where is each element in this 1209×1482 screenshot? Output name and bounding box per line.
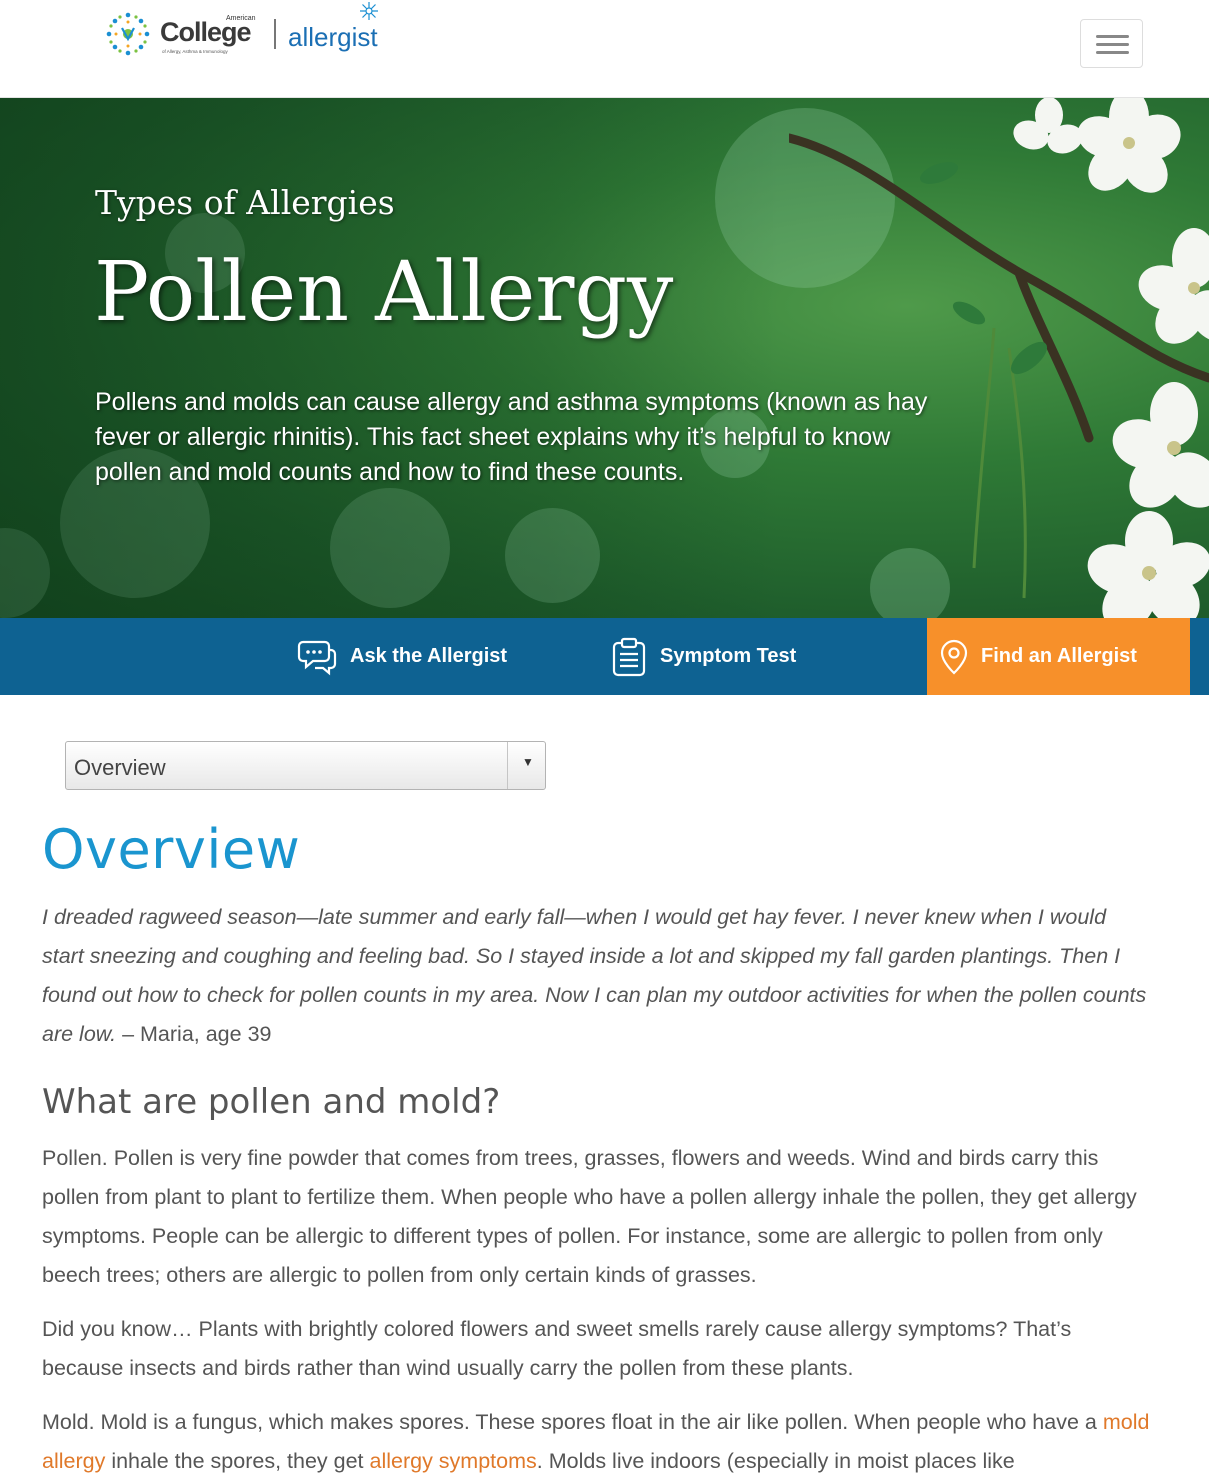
pollen-paragraph: Pollen. Pollen is very fine powder that …	[42, 1146, 1137, 1287]
logo-college-subtitle: of Allergy, Asthma & Immunology	[162, 49, 228, 54]
section-select-dropdown[interactable]: Overview ▼	[65, 741, 546, 790]
allergy-symptoms-link[interactable]: allergy symptoms	[370, 1449, 537, 1473]
caret-down-icon: ▼	[522, 755, 534, 769]
mold-paragraph: Mold. Mold is a fungus, which makes spor…	[42, 1403, 1152, 1481]
logo-college-text: College	[160, 17, 252, 47]
symptom-test-link[interactable]: Symptom Test	[611, 618, 796, 695]
allergist-wordmark: allergist	[288, 1, 378, 53]
overview-heading: Overview	[42, 818, 301, 881]
site-header: American College of Allergy, Asthma & Im…	[0, 0, 1209, 98]
find-an-allergist-button[interactable]: Find an Allergist	[927, 618, 1190, 695]
site-logo[interactable]: American College of Allergy, Asthma & Im…	[100, 1, 378, 62]
hamburger-menu-button[interactable]	[1080, 19, 1143, 68]
ask-the-allergist-label: Ask the Allergist	[350, 645, 508, 667]
logo-allergist-text: allergist	[288, 21, 378, 52]
find-an-allergist-label: Find an Allergist	[981, 645, 1137, 667]
hero-title: Pollen Allergy	[94, 245, 674, 340]
did-you-know-paragraph: Did you know… Plants with brightly color…	[42, 1317, 1072, 1380]
map-pin-icon	[940, 639, 968, 675]
allergist-burst-icon	[359, 1, 378, 20]
section-select-value: Overview	[74, 755, 166, 780]
mold-paragraph-middle: inhale the spores, they get	[105, 1449, 370, 1473]
patient-quote: I dreaded ragweed season—late summer and…	[42, 898, 1152, 1054]
hero-banner: Types of Allergies Pollen Allergy Pollen…	[0, 98, 1209, 618]
logo-divider	[274, 19, 276, 49]
chat-bubbles-icon	[297, 638, 337, 676]
blossom-branch-image	[789, 98, 1209, 618]
college-logo-mark	[100, 6, 156, 62]
college-wordmark: American College of Allergy, Asthma & Im…	[160, 9, 264, 59]
clipboard-icon	[611, 637, 647, 677]
hero-pretitle: Types of Allergies	[95, 183, 395, 222]
mold-paragraph-intro: Mold. Mold is a fungus, which makes spor…	[42, 1410, 1103, 1434]
ask-the-allergist-link[interactable]: Ask the Allergist	[297, 618, 507, 695]
symptom-test-label: Symptom Test	[660, 645, 797, 667]
quote-author: – Maria, age 39	[116, 1022, 272, 1046]
action-bar: Ask the Allergist Symptom Test Find an A…	[0, 618, 1209, 695]
pollen-mold-subheading: What are pollen and mold?	[42, 1082, 501, 1122]
mold-paragraph-end: . Molds live indoors (especially in mois…	[536, 1449, 1015, 1473]
hero-description: Pollens and molds can cause allergy and …	[95, 388, 928, 486]
